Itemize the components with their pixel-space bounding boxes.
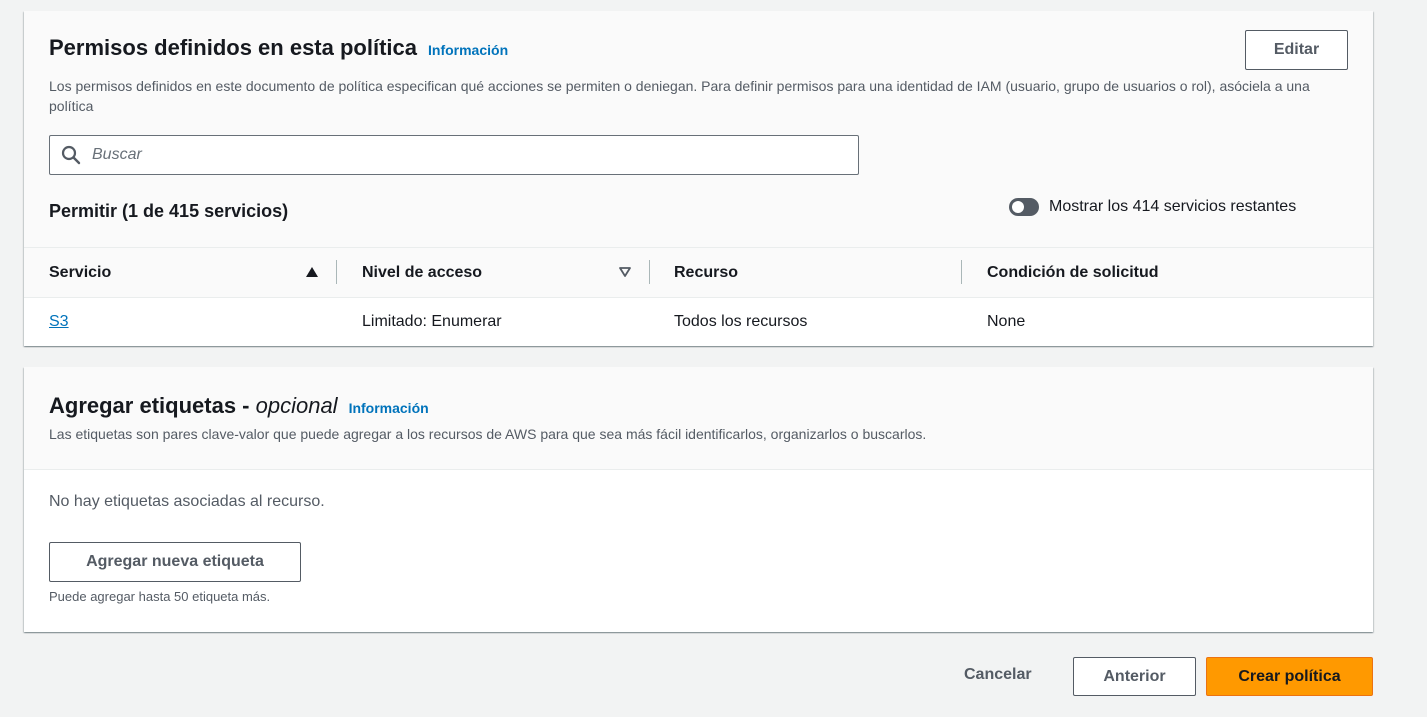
tags-title-row: Agregar etiquetas - opcional Información: [49, 393, 429, 419]
tags-description: Las etiquetas son pares clave-valor que …: [49, 426, 927, 442]
add-tag-button[interactable]: Agregar nueva etiqueta: [49, 542, 301, 582]
create-policy-button[interactable]: Crear política: [1206, 657, 1373, 696]
permissions-panel: Permisos definidos en esta política Info…: [24, 11, 1373, 346]
permissions-panel-header: Permisos definidos en esta política Info…: [24, 11, 1373, 248]
column-header-condition[interactable]: Condición de solicitud: [987, 248, 1287, 297]
search-input[interactable]: [90, 145, 834, 165]
previous-button[interactable]: Anterior: [1073, 657, 1196, 696]
cell-access-level: Limitado: Enumerar: [362, 313, 502, 330]
service-link[interactable]: S3: [49, 313, 69, 331]
column-header-label: Condición de solicitud: [987, 263, 1159, 281]
column-header-label: Recurso: [674, 263, 739, 281]
tags-limit-hint: Puede agregar hasta 50 etiqueta más.: [49, 589, 271, 604]
toggle-switch[interactable]: [1009, 198, 1039, 216]
search-icon: [61, 145, 81, 165]
column-header-access-level[interactable]: Nivel de acceso: [362, 248, 632, 297]
cell-condition: None: [987, 313, 1026, 330]
table-header: Servicio Nivel de acceso Recurso Condici…: [24, 248, 1373, 298]
tags-title-optional: opcional: [255, 393, 338, 418]
show-remaining-toggle[interactable]: Mostrar los 414 servicios restantes: [1009, 198, 1296, 216]
cancel-button[interactable]: Cancelar: [964, 666, 1032, 684]
tags-title: Agregar etiquetas - opcional: [49, 393, 338, 419]
search-box[interactable]: [49, 135, 859, 175]
permissions-info-link[interactable]: Información: [428, 42, 508, 58]
tags-panel-header: Agregar etiquetas - opcional Información…: [24, 367, 1373, 470]
column-header-label: Servicio: [49, 263, 112, 281]
tags-info-link[interactable]: Información: [349, 400, 429, 416]
allow-heading: Permitir (1 de 415 servicios): [49, 201, 289, 221]
permissions-title-row: Permisos definidos en esta política Info…: [49, 35, 508, 61]
toggle-label: Mostrar los 414 servicios restantes: [1049, 198, 1297, 215]
column-header-label: Nivel de acceso: [362, 263, 483, 281]
cell-resource: Todos los recursos: [674, 313, 808, 330]
column-header-service[interactable]: Servicio: [49, 248, 319, 297]
tags-title-text: Agregar etiquetas -: [49, 393, 256, 418]
cell-service: S3: [49, 298, 69, 346]
sort-ascending-icon[interactable]: [305, 265, 319, 279]
table-row: S3 Limitado: Enumerar Todos los recursos…: [24, 298, 1373, 346]
column-divider: [961, 260, 962, 284]
no-tags-text: No hay etiquetas asociadas al recurso.: [49, 493, 325, 510]
permissions-title: Permisos definidos en esta política: [49, 35, 417, 60]
edit-button[interactable]: Editar: [1245, 30, 1348, 70]
toggle-knob: [1012, 201, 1024, 213]
permissions-description: Los permisos definidos en este documento…: [49, 78, 1310, 114]
sort-descending-icon[interactable]: [618, 265, 632, 279]
column-divider: [649, 260, 650, 284]
column-divider: [336, 260, 337, 284]
column-header-resource[interactable]: Recurso: [674, 248, 944, 297]
tags-panel: Agregar etiquetas - opcional Información…: [24, 367, 1373, 632]
